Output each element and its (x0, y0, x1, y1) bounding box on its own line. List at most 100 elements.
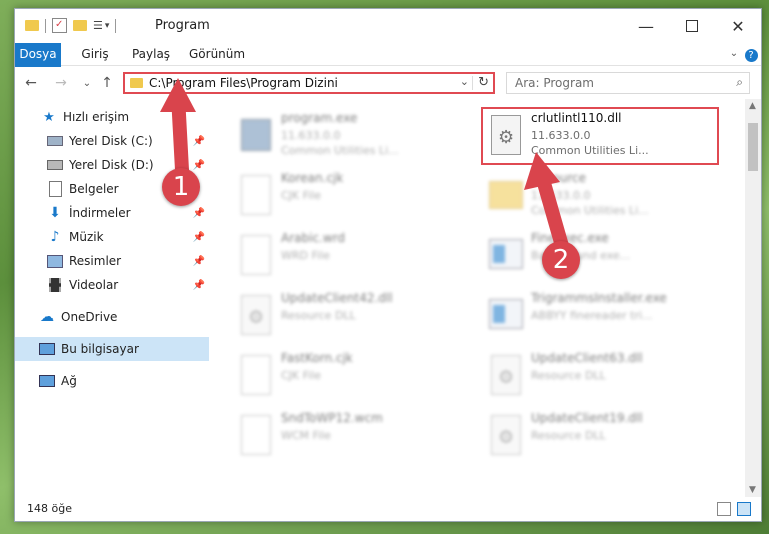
maximize-button[interactable] (669, 9, 715, 43)
back-button[interactable]: ← (21, 73, 41, 93)
sidebar-item-label: Yerel Disk (C:) (69, 134, 153, 148)
file-name: UpdateClient63.dll (531, 351, 643, 365)
file-icon (237, 173, 273, 217)
sidebar-item-network[interactable]: Ağ (15, 369, 209, 393)
file-item[interactable]: FastKorn.cjk CJK File (231, 347, 467, 403)
help-icon[interactable]: ? (743, 43, 759, 65)
documents-icon (47, 181, 63, 197)
file-type: Resource DLL (281, 309, 356, 322)
vertical-scrollbar[interactable]: ▲ ▼ (745, 99, 761, 497)
file-item[interactable]: Resource 11.633.0.0 Common Utilities Li.… (481, 167, 717, 223)
pin-icon[interactable]: 📌 (193, 208, 205, 219)
file-name: SndToWP12.wcm (281, 411, 383, 425)
sidebar-item-this-pc[interactable]: Bu bilgisayar (15, 337, 209, 361)
file-item[interactable]: ⚙ UpdateClient63.dll Resource DLL (481, 347, 717, 403)
tab-share[interactable]: Paylaş (129, 43, 173, 65)
pin-icon[interactable]: 📌 (193, 256, 205, 267)
search-icon[interactable]: ⌕ (736, 75, 743, 90)
customize-icon[interactable]: ☰ (93, 19, 103, 32)
arrow-right-icon: → (55, 75, 67, 91)
file-description: ABBYY finereader tri... (531, 309, 653, 322)
pin-icon[interactable]: 📌 (193, 280, 205, 291)
sidebar-item-music[interactable]: ♪ Müzik 📌 (15, 225, 209, 249)
pin-icon[interactable]: 📌 (193, 160, 205, 171)
file-name: Arabic.wrd (281, 231, 346, 245)
file-name: UpdateClient42.dll (281, 291, 393, 305)
file-icon (237, 413, 273, 457)
file-list: program.exe 11.633.0.0 Common Utilities … (211, 105, 745, 497)
folder-icon (130, 78, 143, 88)
computer-icon (39, 341, 55, 357)
minimize-button[interactable]: — (623, 9, 669, 43)
file-item[interactable]: program.exe 11.633.0.0 Common Utilities … (231, 107, 467, 163)
file-version: 11.633.0.0 (531, 189, 591, 202)
sidebar-item-quick-access[interactable]: ★ Hızlı erişim (15, 105, 209, 129)
file-type: Resource DLL (531, 429, 606, 442)
address-path[interactable]: C:\Program Files\Program Dizini (149, 76, 338, 90)
pin-icon[interactable]: 📌 (193, 232, 205, 243)
folder-icon (25, 20, 39, 31)
videos-icon (47, 277, 63, 293)
large-icons-view-icon[interactable] (737, 502, 751, 516)
sidebar-item-pictures[interactable]: Resimler 📌 (15, 249, 209, 273)
separator (472, 76, 473, 90)
new-folder-icon[interactable] (73, 20, 87, 31)
properties-icon[interactable]: ✓ (52, 18, 67, 33)
scroll-up-icon[interactable]: ▲ (749, 101, 756, 111)
app-window-icon (487, 233, 523, 277)
tab-home[interactable]: Giriş (75, 43, 115, 65)
address-bar[interactable]: C:\Program Files\Program Dizini ⌄ ↻ (123, 72, 495, 94)
file-item[interactable]: FineExec.exe Background exe... (481, 227, 717, 283)
search-box[interactable]: Ara: Program ⌕ (506, 72, 750, 94)
sidebar-item-videos[interactable]: Videolar 📌 (15, 273, 209, 297)
sidebar-item-label: Belgeler (69, 182, 119, 196)
sidebar-item-label: Videolar (69, 278, 119, 292)
sidebar-item-label: Yerel Disk (D:) (69, 158, 154, 172)
navigation-bar: ← → ⌄ ↑ C:\Program Files\Program Dizini … (15, 67, 761, 99)
drive-icon (47, 157, 63, 173)
sidebar-item-label: Müzik (69, 230, 104, 244)
file-name: TrigrammsInstaller.exe (531, 291, 667, 305)
file-name: program.exe (281, 111, 358, 125)
window-title: Program (155, 18, 210, 33)
tab-view[interactable]: Görünüm (189, 43, 245, 65)
app-window-icon (487, 293, 523, 337)
recent-locations-button[interactable]: ⌄ (77, 73, 97, 93)
file-item[interactable]: ⚙ UpdateClient19.dll Resource DLL (481, 407, 717, 463)
details-view-icon[interactable] (717, 502, 731, 516)
file-item[interactable]: ⚙ UpdateClient42.dll Resource DLL (231, 287, 467, 343)
expand-ribbon-chevron-icon[interactable]: ⌄ (727, 43, 741, 65)
address-dropdown-icon[interactable]: ⌄ (460, 75, 469, 88)
file-icon (237, 233, 273, 277)
item-count: 148 öğe (27, 502, 72, 515)
sidebar-item-local-disk-c[interactable]: Yerel Disk (C:) 📌 (15, 129, 209, 153)
file-description: Common Utilities Li... (531, 204, 649, 217)
file-item[interactable]: TrigrammsInstaller.exe ABBYY finereader … (481, 287, 717, 343)
chevron-down-icon[interactable]: ▾ (105, 21, 110, 31)
file-name: Resource (531, 171, 587, 185)
scroll-thumb[interactable] (748, 123, 758, 171)
download-icon: ⬇ (49, 205, 61, 221)
forward-button[interactable]: → (51, 73, 71, 93)
scroll-down-icon[interactable]: ▼ (749, 485, 756, 495)
file-icon (237, 353, 273, 397)
sidebar-item-onedrive[interactable]: ☁ OneDrive (15, 305, 209, 329)
dll-gear-icon: ⚙ (487, 413, 523, 457)
up-button[interactable]: ↑ (97, 73, 117, 93)
file-item[interactable]: SndToWP12.wcm WCM File (231, 407, 467, 463)
file-type: WCM File (281, 429, 331, 442)
pin-icon[interactable]: 📌 (193, 136, 205, 147)
file-type: WRD File (281, 249, 330, 262)
separator (115, 18, 117, 33)
sidebar-item-label: Resimler (69, 254, 122, 268)
refresh-icon[interactable]: ↻ (478, 75, 489, 90)
close-button[interactable]: ✕ (715, 9, 761, 43)
file-description: Common Utilities Li... (281, 144, 399, 157)
music-icon: ♪ (50, 229, 60, 245)
file-item[interactable]: Korean.cjk CJK File (231, 167, 467, 223)
navigation-pane: ★ Hızlı erişim Yerel Disk (C:) 📌 Yerel D… (15, 105, 209, 497)
file-item[interactable]: Arabic.wrd WRD File (231, 227, 467, 283)
search-placeholder[interactable]: Ara: Program (515, 76, 594, 90)
cloud-icon: ☁ (40, 309, 54, 325)
sidebar-item-label: Hızlı erişim (63, 110, 130, 124)
